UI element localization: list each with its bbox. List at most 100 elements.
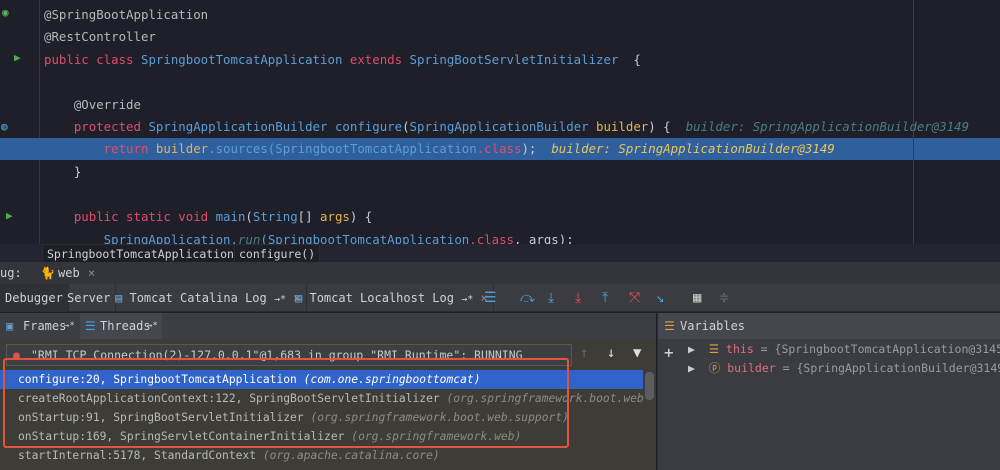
code-token: ( (402, 119, 410, 134)
filter-icon[interactable]: ▼ (633, 345, 641, 361)
code-token: protected (44, 119, 149, 134)
frames-threads-tabs: ▣ Frames →* ☰ Threads →* (0, 313, 656, 339)
code-token: builder (596, 119, 649, 134)
debug-label: ug: (0, 266, 22, 280)
tab-catalina-log[interactable]: ▤ Tomcat Catalina Log →* × (110, 284, 307, 312)
tab-debugger[interactable]: Debugger (0, 284, 69, 312)
debugger-tabs: Debugger Server ▤ Tomcat Catalina Log →*… (0, 284, 1000, 312)
next-frame-icon[interactable]: ↓ (607, 345, 615, 361)
code-token: ( (245, 209, 253, 224)
tab-label: Tomcat Catalina Log (129, 291, 267, 305)
pin-suffix: →* (147, 321, 158, 331)
code-token: ) { (349, 209, 373, 224)
code-token: @Override (44, 97, 141, 112)
code-line[interactable] (0, 71, 1000, 93)
variables-header: ☰ Variables (658, 313, 1000, 339)
code-token: @RestController (44, 29, 156, 44)
variable-name: this (726, 342, 754, 356)
variables-panel: ☰ Variables + ▶ ☰ this = {SpringbootTomc… (657, 313, 1000, 470)
code-token: return (44, 141, 156, 156)
scrollbar[interactable] (645, 372, 654, 400)
parameter-icon: ⓟ (708, 361, 721, 375)
pin-suffix: →* (461, 294, 474, 305)
frames-icon: ▣ (6, 319, 14, 333)
tab-localhost-log[interactable]: ▤ Tomcat Localhost Log →* × (290, 284, 494, 312)
code-token: builder: SpringApplicationBuilder@3149 (685, 119, 970, 134)
breadcrumb: SpringbootTomcatApplication configure() (0, 244, 1000, 264)
variables-title: Variables (680, 319, 746, 333)
evaluate-expression-icon[interactable]: ▦ (693, 290, 701, 306)
show-execution-point-icon[interactable]: ☰ (484, 290, 497, 306)
code-line[interactable]: } (0, 161, 1000, 183)
variables-icon: ☰ (664, 319, 675, 333)
tab-threads[interactable]: Threads (100, 313, 151, 339)
expand-icon[interactable]: ▶ (688, 361, 695, 375)
run-to-cursor-icon[interactable]: ↘ (656, 290, 664, 306)
debug-header: ug: 🐈 web × (0, 262, 1000, 284)
pin-suffix: →* (64, 321, 75, 331)
right-margin-guide (913, 0, 914, 245)
step-into-icon[interactable]: ⤓ (548, 290, 554, 306)
drop-frame-icon[interactable]: ⤧ (629, 290, 640, 306)
code-line[interactable]: @RestController (0, 26, 1000, 48)
code-token: @SpringBootApplication (44, 7, 209, 22)
code-token: [] (297, 209, 321, 224)
variable-value: = {SpringApplicationBuilder@3149} (775, 361, 1000, 375)
code-token: SpringApplicationBuilder (148, 119, 335, 134)
variable-name: builder (727, 361, 776, 375)
frame-method: startInternal:5178, StandardContext (18, 449, 263, 462)
code-line[interactable]: public class SpringbootTomcatApplication… (0, 49, 1000, 71)
code-token: public class (44, 52, 141, 67)
previous-frame-icon[interactable]: ↑ (580, 345, 588, 361)
code-line[interactable]: public static void main(String[] args) { (0, 206, 1000, 228)
breadcrumb-method[interactable]: configure() (234, 244, 321, 264)
pin-suffix: →* (273, 294, 287, 305)
breadcrumb-class[interactable]: SpringbootTomcatApplication (42, 244, 239, 264)
code-token: SpringBootServletInitializer (409, 52, 619, 67)
code-line[interactable]: @Override (0, 94, 1000, 116)
log-icon: ▤ (115, 291, 123, 305)
code-editor[interactable]: ◉ ▶ ◍ ● ▶ @SpringBootApplication@RestCon… (0, 0, 1000, 264)
step-out-icon[interactable]: ⤒ (602, 290, 608, 306)
session-tab-web[interactable]: web (58, 262, 80, 284)
code-token: String (252, 209, 298, 224)
trace-icon[interactable]: ≑ (720, 290, 728, 306)
code-token: SpringbootTomcatApplication (275, 141, 477, 156)
code-token: args (320, 209, 350, 224)
force-step-into-icon[interactable]: ⤓ (575, 290, 581, 306)
code-token: configure (334, 119, 403, 134)
step-over-icon[interactable]: ⤼ (520, 290, 535, 306)
field-icon: ☰ (708, 342, 720, 356)
tab-server[interactable]: Server (62, 284, 117, 312)
expand-icon[interactable]: ▶ (688, 342, 695, 356)
code-token: { (618, 52, 641, 67)
variable-row[interactable]: ▶ ⓟ builder = {SpringApplicationBuilder@… (688, 359, 1000, 377)
variable-row[interactable]: ▶ ☰ this = {SpringbootTomcatApplication@… (688, 340, 1000, 358)
tab-label: Tomcat Localhost Log (309, 291, 454, 305)
code-token: } (44, 164, 82, 179)
code-token: SpringApplicationBuilder (409, 119, 597, 134)
code-line[interactable] (0, 183, 1000, 205)
threads-icon: ☰ (85, 319, 96, 333)
code-token: .sources( (208, 141, 276, 156)
code-token: builder (155, 141, 209, 156)
log-icon: ▤ (295, 291, 303, 305)
add-watch-icon[interactable]: + (664, 343, 674, 362)
code-token: ) { (648, 119, 686, 134)
code-token: main (215, 209, 246, 224)
variable-value: = {SpringbootTomcatApplication@3145} (753, 342, 1000, 356)
code-token: ); (521, 141, 552, 156)
code-token: SpringbootTomcatApplication (140, 52, 350, 67)
code-token: public static void (44, 209, 216, 224)
close-icon[interactable]: × (88, 262, 95, 284)
tab-frames[interactable]: Frames (23, 313, 66, 339)
tomcat-icon: 🐈 (40, 266, 55, 280)
frame-package: (org.apache.catalina.core) (262, 449, 440, 462)
code-line[interactable]: protected SpringApplicationBuilder confi… (0, 116, 1000, 138)
code-token: builder: SpringApplicationBuilder@3149 (551, 141, 835, 156)
code-line[interactable]: @SpringBootApplication (0, 4, 1000, 26)
current-execution-line[interactable]: return builder.sources(SpringbootTomcatA… (0, 138, 1000, 160)
annotation-box (3, 358, 569, 448)
code-token: .class (476, 141, 522, 156)
stack-frame[interactable]: startInternal:5178, StandardContext (org… (0, 446, 643, 465)
